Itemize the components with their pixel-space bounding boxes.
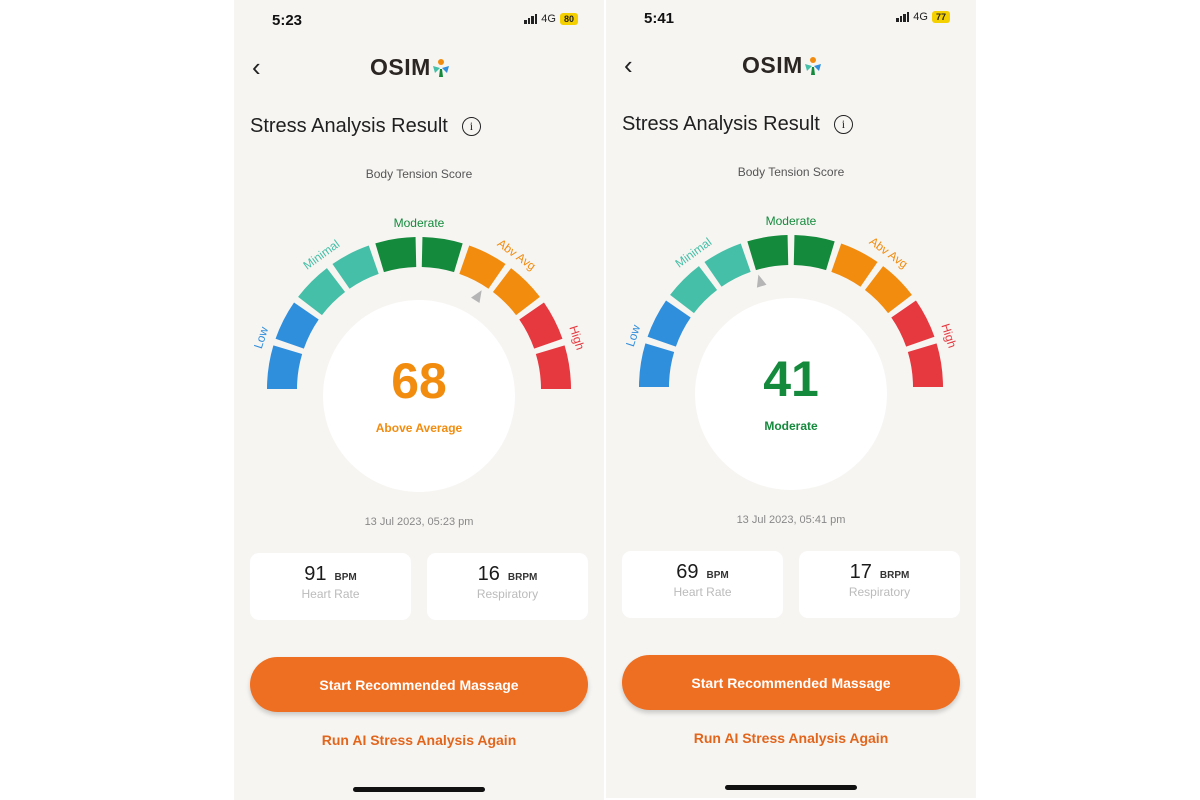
battery-icon: 80 — [559, 13, 578, 25]
page-title: Stress Analysis Result i — [622, 113, 853, 136]
osim-logo: OSIM — [742, 52, 823, 79]
result-date: 13 Jul 2023, 05:23 pm — [364, 516, 474, 528]
status-bar: 4G 80 — [524, 13, 578, 25]
run-again-link[interactable]: Run AI Stress Analysis Again — [234, 732, 604, 748]
result-date: 13 Jul 2023, 05:41 pm — [736, 514, 846, 526]
heart-rate-unit: BPM — [334, 572, 357, 583]
gauge-label-moderate: Moderate — [394, 216, 445, 230]
gauge-segment-abv_avg — [492, 268, 540, 316]
respiratory-unit: BRPM — [507, 572, 538, 583]
gauge-segment-moderate — [375, 237, 417, 273]
respiratory-label: Respiratory — [848, 585, 911, 599]
logo-flower-icon — [432, 58, 449, 77]
info-icon[interactable]: i — [461, 117, 481, 136]
heart-rate-card: 69 BPM Heart Rate — [622, 551, 783, 618]
gauge-subtitle: Body Tension Score — [737, 165, 845, 179]
gauge-segment-moderate — [793, 235, 835, 271]
gauge-label-high: High — [566, 324, 587, 352]
score-circle: 41 Moderate — [695, 298, 887, 490]
chevron-left-icon: ‹ — [624, 50, 633, 80]
battery-icon: 77 — [931, 11, 950, 23]
status-time: 5:41 — [644, 10, 675, 27]
gauge-segment-moderate — [747, 235, 789, 271]
gauge-segment-low — [275, 302, 319, 349]
score-circle: 68 Above Average — [323, 300, 515, 492]
respiratory-card: 16 BRPM Respiratory — [427, 553, 588, 620]
respiratory-unit: BRPM — [879, 570, 910, 581]
gauge-segment-minimal — [298, 268, 346, 316]
gauge-segment-low — [267, 345, 303, 389]
back-button[interactable]: ‹ — [624, 50, 633, 80]
gauge-segment-abv_avg — [864, 266, 912, 314]
page-title-text: Stress Analysis Result — [622, 113, 820, 135]
logo-flower-icon — [804, 56, 821, 75]
gauge-segment-high — [891, 300, 935, 347]
phone-screen: 5:41 4G 77 ‹ OSIM Stress Analysis Result… — [606, 0, 976, 798]
respiratory-card: 17 BRPM Respiratory — [799, 551, 960, 618]
start-massage-button[interactable]: Start Recommended Massage — [250, 657, 588, 712]
gauge-segment-high — [535, 345, 571, 389]
start-massage-button[interactable]: Start Recommended Massage — [622, 655, 960, 710]
gauge-label-low: Low — [251, 325, 271, 351]
gauge-label-moderate: Moderate — [766, 214, 817, 228]
signal-icon — [896, 12, 910, 22]
info-icon[interactable]: i — [833, 115, 853, 134]
page-title-text: Stress Analysis Result — [250, 115, 448, 137]
run-again-link[interactable]: Run AI Stress Analysis Again — [606, 730, 976, 746]
network-label: 4G — [541, 13, 556, 25]
back-button[interactable]: ‹ — [252, 52, 261, 82]
logo-text: OSIM — [742, 52, 803, 78]
heart-rate-label: Heart Rate — [301, 587, 360, 601]
gauge-segment-minimal — [332, 245, 379, 289]
respiratory-label: Respiratory — [476, 587, 539, 601]
gauge-segment-low — [647, 300, 691, 347]
gauge-label-high: High — [938, 322, 959, 350]
gauge-segment-minimal — [704, 243, 751, 287]
heart-rate-unit: BPM — [706, 570, 729, 581]
heart-rate-card: 91 BPM Heart Rate — [250, 553, 411, 620]
score-level: Above Average — [375, 421, 463, 435]
respiratory-value: 16 — [477, 563, 500, 585]
heart-rate-value: 91 — [304, 563, 327, 585]
gauge-segment-low — [639, 343, 675, 387]
score-level: Moderate — [764, 419, 818, 433]
network-label: 4G — [913, 11, 928, 23]
status-time: 5:23 — [272, 12, 303, 29]
gauge-segment-abv_avg — [459, 245, 506, 289]
gauge-segment-minimal — [670, 266, 718, 314]
chevron-left-icon: ‹ — [252, 52, 261, 82]
gauge-label-low: Low — [623, 323, 643, 349]
heart-rate-value: 69 — [676, 561, 699, 583]
home-indicator[interactable] — [353, 787, 485, 792]
heart-rate-label: Heart Rate — [673, 585, 732, 599]
page-title: Stress Analysis Result i — [250, 115, 481, 138]
phone-screen: 5:23 4G 80 ‹ OSIM Stress Analysis Result… — [234, 0, 604, 800]
gauge-pointer — [471, 290, 482, 304]
gauge-segment-moderate — [421, 237, 463, 273]
gauge-segment-high — [519, 302, 563, 349]
gauge-subtitle: Body Tension Score — [365, 167, 473, 181]
gauge-segment-abv_avg — [831, 243, 878, 287]
score-value: 68 — [391, 353, 447, 409]
home-indicator[interactable] — [725, 785, 857, 790]
gauge-segment-high — [907, 343, 943, 387]
signal-icon — [524, 14, 538, 24]
logo-text: OSIM — [370, 54, 431, 80]
gauge-pointer — [756, 274, 767, 288]
score-value: 41 — [763, 351, 819, 407]
status-bar: 4G 77 — [896, 11, 950, 23]
osim-logo: OSIM — [370, 54, 451, 81]
respiratory-value: 17 — [849, 561, 872, 583]
